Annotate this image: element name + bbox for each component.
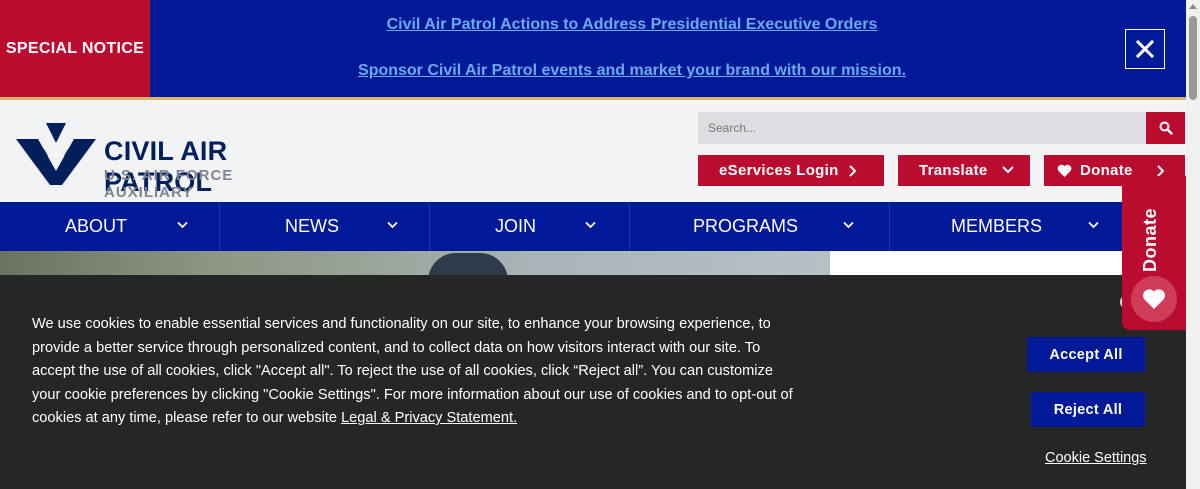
site-logo[interactable]: CIVIL AIR PATROL U.S. AIR FORCE AUXILIAR… xyxy=(16,123,316,201)
search-bar xyxy=(698,112,1185,144)
nav-item-join[interactable]: JOIN xyxy=(430,202,630,251)
nav-item-label: PROGRAMS xyxy=(693,216,799,236)
chevron-down-icon xyxy=(1002,166,1014,174)
chevron-down-icon xyxy=(177,221,188,229)
search-input[interactable] xyxy=(698,112,1146,144)
nav-item-members[interactable]: MEMBERS xyxy=(890,202,1130,251)
translate-button[interactable]: Translate xyxy=(898,155,1030,186)
side-donate-tab[interactable]: Donate xyxy=(1122,176,1186,330)
chevron-right-icon xyxy=(849,165,856,177)
page-scrollbar[interactable] xyxy=(1186,0,1200,489)
chevron-down-icon xyxy=(585,221,596,229)
scroll-up-arrow-icon[interactable] xyxy=(1189,4,1197,9)
side-donate-label: Donate xyxy=(1140,207,1160,272)
close-icon xyxy=(1135,39,1155,59)
special-notice-bar: SPECIAL NOTICE Civil Air Patrol Actions … xyxy=(0,0,1186,97)
eservices-login-label: eServices Login xyxy=(719,162,839,179)
site-header: CIVIL AIR PATROL U.S. AIR FORCE AUXILIAR… xyxy=(0,100,1186,202)
nav-item-news[interactable]: NEWS xyxy=(220,202,430,251)
chevron-down-icon xyxy=(387,221,398,229)
privacy-statement-link[interactable]: Legal & Privacy Statement. xyxy=(341,410,517,426)
translate-label: Translate xyxy=(919,162,988,179)
chevron-down-icon xyxy=(1088,221,1099,229)
chevron-down-icon xyxy=(843,221,854,229)
cookie-settings-link[interactable]: Cookie Settings xyxy=(1045,450,1147,466)
nav-item-label: NEWS xyxy=(285,216,339,236)
heart-icon xyxy=(1143,289,1165,309)
reject-all-button[interactable]: Reject All xyxy=(1031,392,1145,427)
accept-all-button[interactable]: Accept All xyxy=(1027,337,1145,372)
notice-link-executive-orders[interactable]: Civil Air Patrol Actions to Address Pres… xyxy=(150,16,1114,34)
main-nav: ABOUT NEWS JOIN PROGRAMS MEMBERS xyxy=(0,202,1186,251)
special-notice-label: SPECIAL NOTICE xyxy=(0,0,150,97)
logo-subtitle: U.S. AIR FORCE AUXILIARY xyxy=(104,167,234,201)
nav-item-programs[interactable]: PROGRAMS xyxy=(630,202,890,251)
search-icon xyxy=(1159,121,1173,135)
notice-link-sponsor[interactable]: Sponsor Civil Air Patrol events and mark… xyxy=(150,62,1114,80)
heart-icon xyxy=(1057,164,1072,177)
nav-item-about[interactable]: ABOUT xyxy=(0,202,220,251)
search-button[interactable] xyxy=(1146,112,1185,144)
cookie-text: We use cookies to enable essential servi… xyxy=(32,313,802,431)
cap-wings-logo-icon xyxy=(16,123,96,185)
scroll-thumb[interactable] xyxy=(1189,16,1197,100)
nav-item-label: ABOUT xyxy=(65,216,128,236)
side-donate-heart xyxy=(1131,276,1177,322)
cookie-banner: We use cookies to enable essential servi… xyxy=(0,275,1186,489)
notice-close-button[interactable] xyxy=(1125,29,1165,69)
nav-item-label: JOIN xyxy=(495,216,537,236)
nav-item-label: MEMBERS xyxy=(951,216,1043,236)
eservices-login-button[interactable]: eServices Login xyxy=(698,155,884,186)
